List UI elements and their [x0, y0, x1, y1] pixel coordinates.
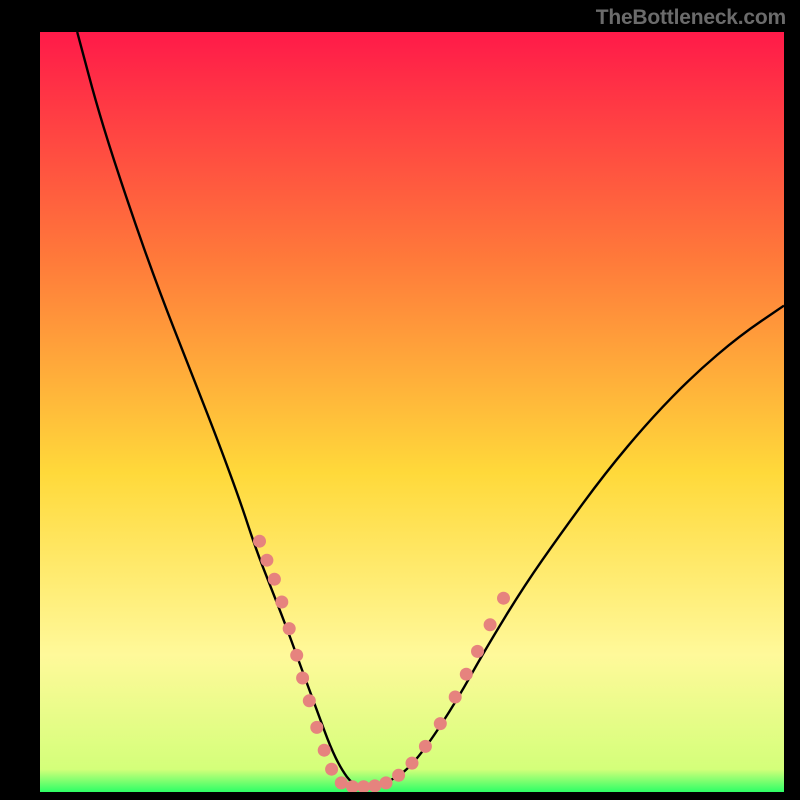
highlight-dot — [484, 618, 497, 631]
highlight-dot — [310, 721, 323, 734]
highlight-dot — [303, 694, 316, 707]
highlight-dot — [471, 645, 484, 658]
chart-frame: TheBottleneck.com — [0, 0, 800, 800]
gradient-background — [40, 32, 784, 792]
highlight-dot — [318, 744, 331, 757]
highlight-dot — [497, 592, 510, 605]
highlight-dot — [380, 776, 393, 789]
highlight-dot — [449, 691, 462, 704]
highlight-dot — [406, 757, 419, 770]
highlight-dot — [460, 668, 473, 681]
highlight-dot — [296, 672, 309, 685]
highlight-dot — [434, 717, 447, 730]
watermark-text: TheBottleneck.com — [596, 6, 786, 30]
highlight-dot — [335, 776, 348, 789]
highlight-dot — [268, 573, 281, 586]
plot-area — [40, 32, 784, 792]
highlight-dot — [275, 596, 288, 609]
highlight-dot — [283, 622, 296, 635]
highlight-dot — [368, 779, 381, 792]
highlight-dot — [290, 649, 303, 662]
chart-svg — [40, 32, 784, 792]
highlight-dot — [325, 763, 338, 776]
highlight-dot — [260, 554, 273, 567]
highlight-dot — [392, 769, 405, 782]
highlight-dot — [419, 740, 432, 753]
highlight-dot — [253, 535, 266, 548]
